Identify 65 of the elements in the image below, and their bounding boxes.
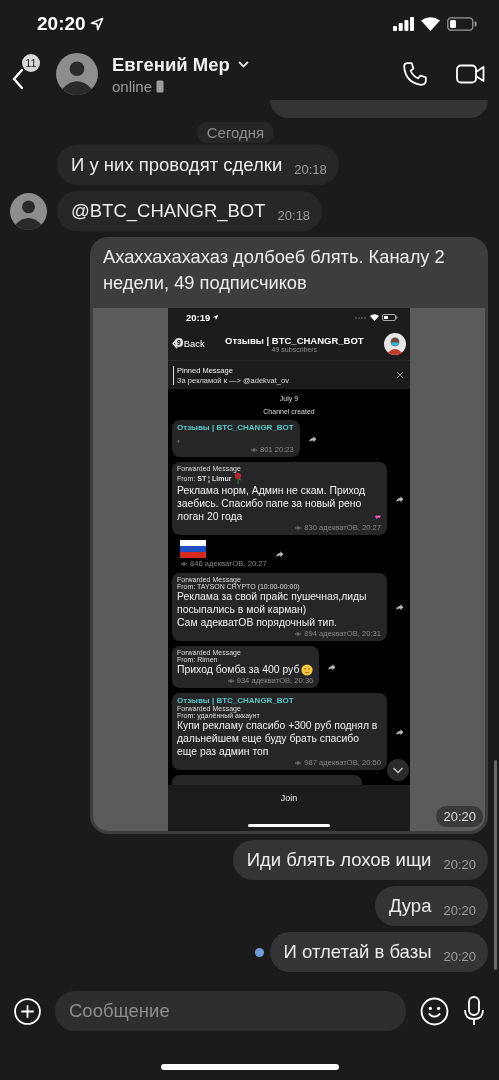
online-status: online [112, 77, 153, 95]
location-arrow-icon [89, 17, 104, 31]
wifi-icon [370, 314, 379, 321]
share-icon[interactable] [395, 727, 404, 736]
message-text: . [177, 432, 181, 445]
channel-name: Отзывы | BTC_CHANGR_BOT [177, 696, 295, 705]
signal-icon [355, 315, 367, 320]
channel-name: Отзывы | BTC_CHANGR_BOT [177, 423, 294, 432]
phone-device-icon [156, 79, 165, 93]
microphone-icon[interactable] [463, 996, 485, 1026]
message-text: Ахаххахахахаз долбоеб блять. Каналу 2 недели, 49 подписчиков [102, 245, 446, 295]
channel-title: Отзывы | BTC_CHANGR_BOT [225, 334, 364, 346]
date-label: Сегодня [196, 122, 275, 143]
channel-avatar[interactable] [384, 332, 406, 355]
smiling-face-icon [301, 664, 314, 676]
share-icon[interactable] [274, 550, 284, 558]
eye-icon [226, 677, 235, 684]
message-time: 20:20 [443, 857, 476, 872]
message-time: 20:20 [443, 949, 476, 964]
battery-icon [382, 314, 398, 321]
emoji-icon[interactable] [420, 996, 449, 1026]
battery-icon [447, 17, 477, 31]
message-time: 20:18 [277, 208, 311, 223]
message-text: Реклама за свой прайс пушечная,лиды посыпались в мой карман) Сам адекватОВ порядочный тип. [177, 591, 368, 629]
message-time: 20:18 [294, 162, 327, 177]
join-button[interactable]: Join [270, 791, 308, 805]
eye-icon [294, 524, 303, 531]
wifi-icon [421, 17, 440, 31]
eye-icon [249, 446, 258, 453]
message-text: Иди блять лохов ищи [246, 849, 432, 871]
eye-icon [294, 630, 303, 637]
message-text: И отлетай в базы [283, 941, 432, 963]
status-time: 20:19 [186, 312, 220, 323]
message-text: Приход бомба за 400 руб [177, 663, 300, 676]
message-text: И у них проводят сделки [71, 154, 283, 176]
share-icon[interactable] [395, 603, 404, 611]
chevron-down-icon[interactable] [237, 61, 249, 68]
contact-name[interactable]: Евгений Мер [112, 53, 230, 76]
back-button[interactable]: 11 [10, 54, 46, 94]
avatar[interactable] [56, 53, 98, 95]
message-input[interactable]: Сообщение [55, 991, 406, 1031]
message-text: Реклама норм, Админ не скам. Приход заебись. Спасибо папе за новый рено логан 20 года [177, 484, 367, 523]
message-text: @BTC_CHANGR_BOT [71, 200, 266, 222]
eye-icon [294, 759, 303, 766]
message-time: 20:20 [443, 903, 476, 918]
message-time: 20:20 [436, 806, 483, 827]
phone-call-icon[interactable] [402, 61, 428, 87]
share-icon[interactable] [395, 494, 404, 503]
close-icon[interactable] [396, 371, 404, 379]
status-time: 20:20 [37, 13, 104, 35]
flag-icon [180, 540, 206, 558]
share-icon[interactable] [307, 434, 317, 443]
rose-icon [233, 472, 244, 484]
video-camera-icon[interactable] [456, 64, 485, 84]
avatar[interactable] [10, 192, 47, 230]
eye-icon [180, 560, 188, 567]
unread-badge: 11 [22, 54, 40, 72]
location-arrow-icon [212, 314, 220, 321]
message-text: Дура [388, 895, 432, 917]
share-icon[interactable] [327, 663, 337, 671]
scroll-down-button[interactable] [387, 759, 409, 781]
add-icon[interactable] [14, 997, 41, 1025]
back-chevron-icon [12, 68, 24, 90]
message-text: Купи рекламу спасибо +300 руб поднял в дальнейшем еще буду брать спасибо еще раз админ топ [177, 720, 379, 758]
signal-icon [393, 17, 414, 31]
